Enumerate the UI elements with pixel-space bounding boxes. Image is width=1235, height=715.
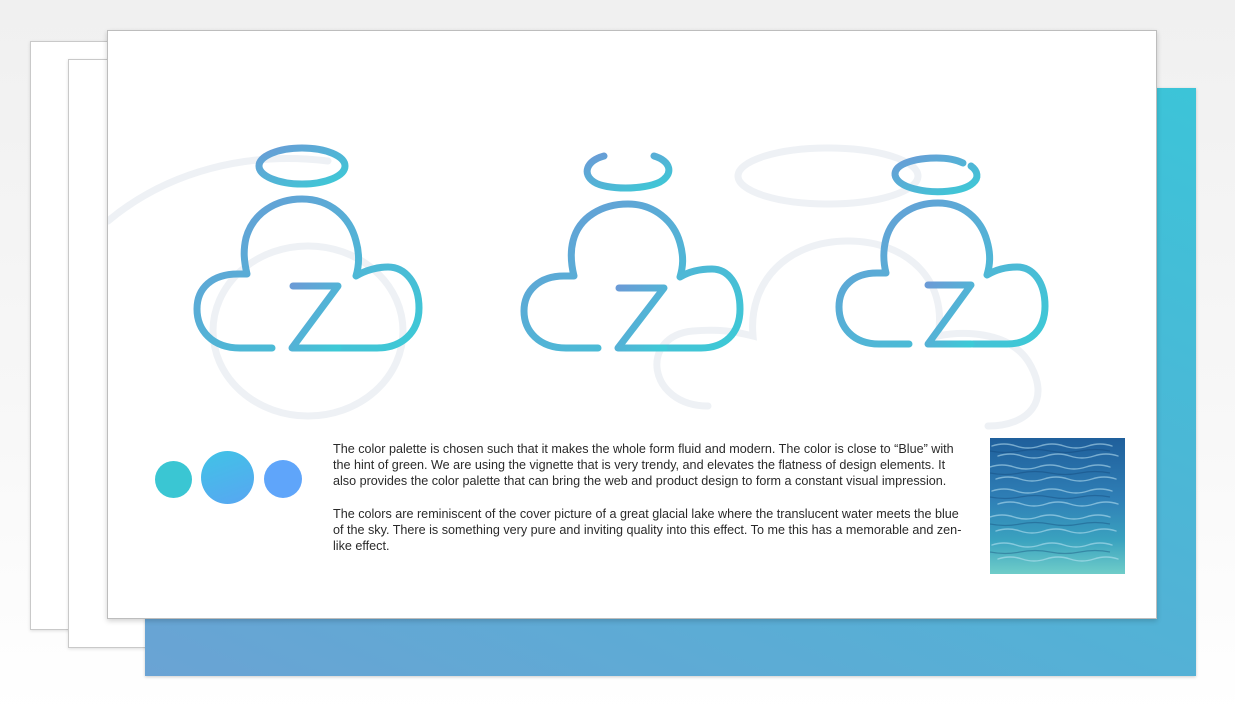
logo-closed-halo — [193, 144, 423, 352]
logo-gapped-halo — [835, 154, 1049, 348]
palette-swatch-sky-blue — [264, 460, 302, 498]
logo-open-halo — [520, 152, 744, 352]
halo-ring — [255, 144, 349, 188]
halo-ring — [583, 152, 673, 192]
halo-ring — [891, 154, 981, 196]
z-letter — [288, 282, 342, 352]
palette-swatch-cyan-blue — [201, 451, 254, 504]
description-paragraph-1: The color palette is chosen such that it… — [333, 442, 954, 488]
color-palette — [154, 451, 314, 506]
lake-water-image — [990, 438, 1125, 574]
palette-swatch-turquoise — [155, 461, 192, 498]
z-letter — [924, 281, 975, 348]
front-slide: The color palette is chosen such that it… — [107, 30, 1157, 619]
palette-description: The color palette is chosen such that it… — [333, 441, 968, 571]
description-paragraph-2: The colors are reminiscent of the cover … — [333, 507, 962, 553]
z-letter — [614, 284, 668, 352]
